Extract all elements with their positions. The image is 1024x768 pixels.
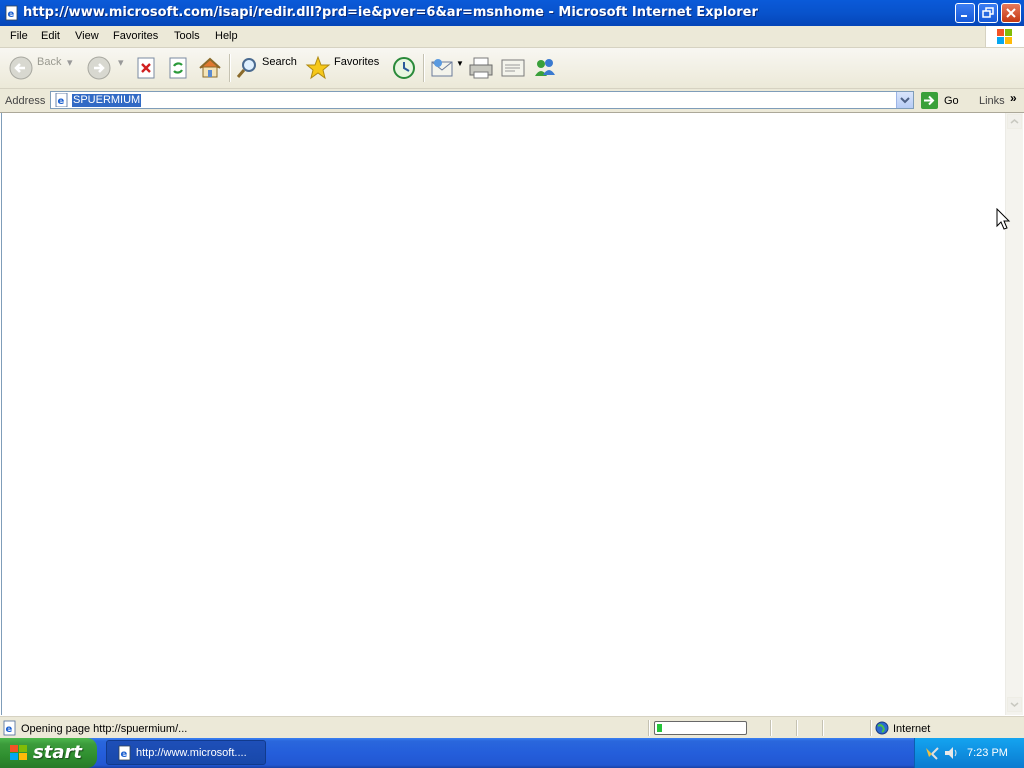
address-label: Address [5,95,46,107]
progress-bar [654,721,747,735]
svg-text:e: e [121,749,128,760]
back-button-label[interactable]: Back [37,56,61,68]
status-separator [796,720,798,736]
back-dropdown-icon[interactable]: ▾ [67,56,73,69]
go-button-label[interactable]: Go [944,95,959,107]
address-input[interactable]: SPUERMIUM [72,94,142,107]
address-field[interactable]: e SPUERMIUM [50,91,914,109]
search-icon[interactable] [234,54,260,82]
standard-toolbar: Back ▾ ▾ Search Favorites ▼ [0,48,1024,89]
mail-icon[interactable] [430,54,456,82]
status-separator [648,720,650,736]
address-bar: Address e SPUERMIUM Go Links » [0,89,1024,113]
menu-tools[interactable]: Tools [174,30,200,42]
vertical-scrollbar[interactable] [1005,113,1023,715]
start-button[interactable]: start [0,738,97,768]
menu-file[interactable]: File [10,30,28,42]
menu-view[interactable]: View [75,30,99,42]
progress-fill [657,724,662,732]
svg-text:e: e [58,96,65,107]
system-clock: 7:23 PM [967,747,1008,759]
mail-dropdown-icon[interactable]: ▼ [456,59,464,68]
close-icon [1006,8,1016,18]
links-chevron-icon[interactable]: » [1010,91,1017,105]
ie-page-icon: e [55,93,68,107]
favorites-star-icon[interactable] [305,54,331,82]
edit-page-icon[interactable] [500,54,526,82]
ie-page-icon: e [3,720,16,736]
messenger-icon[interactable] [532,54,558,82]
toolbar-separator [423,54,425,82]
history-icon[interactable] [391,54,417,82]
go-arrow-icon[interactable] [920,92,940,109]
ie-page-icon: e [118,745,131,761]
print-icon[interactable] [468,54,494,82]
status-text: Opening page http://spuermium/... [21,723,188,735]
links-label[interactable]: Links [979,95,1005,107]
forward-arrow-icon[interactable] [86,54,112,82]
stop-icon[interactable] [134,54,158,82]
title-bar[interactable]: e http://www.microsoft.com/isapi/redir.d… [0,0,1024,26]
mouse-cursor-icon [996,208,1011,230]
chevron-down-icon [1010,702,1019,707]
status-bar: e Opening page http://spuermium/... Inte… [0,716,1024,739]
taskbar-window-label: http://www.microsoft.... [136,747,247,759]
svg-text:e: e [8,9,15,20]
restore-icon [982,7,994,18]
minimize-button[interactable] [955,3,975,23]
status-separator [770,720,772,736]
svg-text:e: e [6,724,13,735]
menu-edit[interactable]: Edit [41,30,60,42]
chevron-down-icon [900,97,910,104]
volume-tray-icon[interactable] [943,745,959,761]
toolbar-separator [229,54,231,82]
forward-dropdown-icon[interactable]: ▾ [118,56,124,69]
status-separator [822,720,824,736]
restore-button[interactable] [978,3,998,23]
refresh-icon[interactable] [166,54,190,82]
security-zone-label: Internet [893,723,931,735]
back-arrow-icon[interactable] [8,54,34,82]
status-separator [870,720,872,736]
home-icon[interactable] [197,54,223,82]
menu-favorites[interactable]: Favorites [113,30,158,42]
network-tray-icon[interactable] [924,745,940,761]
chevron-up-icon [1010,119,1019,124]
ie-page-icon: e [5,5,18,21]
close-button[interactable] [1001,3,1021,23]
menu-help[interactable]: Help [215,30,238,42]
internet-globe-icon [875,721,889,735]
window-title: http://www.microsoft.com/isapi/redir.dll… [23,5,758,20]
address-dropdown-button[interactable] [896,92,913,108]
windows-logo [985,26,1024,47]
favorites-button-label[interactable]: Favorites [334,56,379,68]
taskbar-window-button[interactable]: e http://www.microsoft.... [106,740,266,765]
start-label: start [33,742,82,763]
taskbar: start e http://www.microsoft.... [0,738,1024,768]
scroll-up-button[interactable] [1007,114,1022,129]
windows-flag-icon [997,29,1012,44]
menu-bar: File Edit View Favorites Tools Help [0,26,1024,48]
search-button-label[interactable]: Search [262,56,297,68]
windows-flag-icon [10,745,27,760]
page-content-area[interactable] [1,113,1006,715]
minimize-icon [961,15,967,17]
scroll-down-button[interactable] [1007,697,1022,712]
